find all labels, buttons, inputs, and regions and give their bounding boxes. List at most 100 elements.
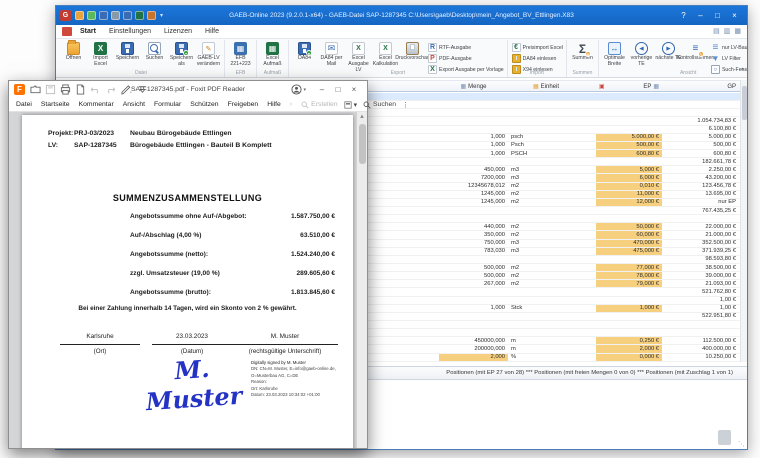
cell-menge[interactable]: 750,000 [439,240,508,247]
cell-ep[interactable] [596,297,662,304]
cell-einheit[interactable]: m2 [508,264,584,271]
menu-more-icon[interactable]: › [290,101,292,108]
print-icon[interactable] [60,84,71,95]
cell-gp[interactable]: 10.250,00 € [662,354,740,361]
cell-menge[interactable]: 783,030 [439,248,508,255]
open-icon[interactable] [75,11,84,20]
cell-einheit[interactable] [508,321,584,328]
cell-ep[interactable]: 470,000 € [596,240,662,247]
ribbon-minimize-icon[interactable]: ▥ [724,28,731,35]
cell-einheit[interactable]: m2 [508,223,584,230]
ribbon-button[interactable]: ↔Optimale Breite [601,41,628,68]
cell-einheit[interactable]: m2 [508,183,584,190]
cell-ep[interactable]: 2,000 € [596,345,662,352]
column-header-einheit[interactable]: Einheit [541,84,559,90]
menu-kommentar[interactable]: Kommentar [79,101,114,108]
cell-einheit[interactable]: m [508,337,584,344]
cell-ep[interactable]: 11,000 € [596,191,662,198]
cell-gp[interactable]: 522.951,80 € [662,313,740,320]
cell-einheit[interactable]: m3 [508,166,584,173]
cell-einheit[interactable]: m2 [508,280,584,287]
cell-gp[interactable]: 1,00 € [662,305,740,312]
cell-gp[interactable]: 43.200,00 € [662,174,740,181]
cell-einheit[interactable] [508,93,584,100]
cell-einheit[interactable]: m [508,345,584,352]
cell-gp[interactable]: 1.054.734,83 € [662,117,740,124]
cell-menge[interactable]: 440,000 [439,223,508,230]
ribbon-button[interactable]: +Speichern als [168,41,195,68]
cell-menge[interactable]: 350,000 [439,231,508,238]
cell-menge[interactable]: 7200,000 [439,174,508,181]
tab-start[interactable]: Start [80,28,96,35]
cell-einheit[interactable]: m2 [508,191,584,198]
cell-ep[interactable] [596,117,662,124]
cell-menge[interactable]: 1,000 [439,134,508,141]
pdf-vertical-scrollbar[interactable]: ▲ [356,112,367,448]
cell-ep[interactable]: 0,000 € [596,354,662,361]
cell-ep[interactable]: 5,000 € [596,166,662,173]
cell-einheit[interactable] [508,126,584,133]
cell-gp[interactable]: 123.456,78 € [662,183,740,190]
cell-ep[interactable]: 475,000 € [596,248,662,255]
menu-startseite[interactable]: Startseite [41,101,70,108]
cell-ep[interactable] [596,288,662,295]
ribbon-button[interactable]: XExcel Ausgabe LV [345,41,372,74]
cell-ep[interactable] [596,329,662,336]
ribbon-small-button[interactable]: RRTF-Ausgabe [428,43,504,52]
cell-gp[interactable] [662,109,740,116]
signature-pen-icon[interactable] [120,84,133,95]
cell-gp[interactable]: 767.435,25 € [662,207,740,214]
cell-ep[interactable]: 60,000 € [596,231,662,238]
undo-icon[interactable] [90,84,101,95]
cell-ep[interactable]: 78,000 € [596,272,662,279]
cell-einheit[interactable]: m2 [508,199,584,206]
cell-menge[interactable] [439,126,508,133]
cell-menge[interactable] [439,207,508,214]
ribbon-small-button[interactable]: PPDF-Ausgabe [428,54,504,63]
cell-einheit[interactable] [508,207,584,214]
cell-einheit[interactable] [508,117,584,124]
close-button[interactable]: × [726,11,743,20]
cell-menge[interactable] [439,101,508,108]
cell-einheit[interactable]: Stck [508,305,584,312]
cell-gp[interactable]: 39.000,00 € [662,272,740,279]
cell-gp[interactable]: 2.250,00 € [662,166,740,173]
cell-menge[interactable]: 1,000 [439,150,508,157]
cell-einheit[interactable]: m3 [508,240,584,247]
cell-gp[interactable]: 600,80 € [662,150,740,157]
cell-einheit[interactable]: m3 [508,174,584,181]
cell-ep[interactable]: 0,010 € [596,183,662,190]
minimize-button[interactable]: – [314,85,330,94]
cell-ep[interactable]: 77,000 € [596,264,662,271]
cell-einheit[interactable] [508,101,584,108]
cell-gp[interactable]: nur EP [662,199,740,206]
help-icon[interactable]: ? [675,11,692,20]
cell-ep[interactable]: 600,80 € [596,150,662,157]
ribbon-button[interactable]: Öffnen [60,41,87,62]
cell-einheit[interactable] [508,329,584,336]
panel-scrollbar-thumb[interactable] [718,430,731,445]
cell-gp[interactable]: 22.000,00 € [662,223,740,230]
cell-gp[interactable]: 21.000,00 € [662,231,740,238]
cell-menge[interactable] [439,215,508,222]
tab-lizenzen[interactable]: Lizenzen [164,28,192,35]
cell-ep[interactable] [596,158,662,165]
ribbon-small-button[interactable]: ≡nur LV-Baum anzeigen [711,43,747,52]
pdf-scrollbar-thumb[interactable] [359,124,366,164]
import-excel-icon[interactable] [87,11,96,20]
cell-ep[interactable]: 50,000 € [596,223,662,230]
more-options-icon[interactable]: ⋮ [402,101,409,109]
cell-menge[interactable]: 267,000 [439,280,508,287]
cell-gp[interactable] [662,215,740,222]
cell-menge[interactable] [439,288,508,295]
cell-gp[interactable]: 38.500,00 € [662,264,740,271]
menu-hilfe[interactable]: Hilfe [267,101,281,108]
cell-menge[interactable]: 1245,000 [439,191,508,198]
gaeb-app-icon[interactable]: G [60,10,71,21]
cell-menge[interactable] [439,158,508,165]
cell-einheit[interactable] [508,158,584,165]
cell-menge[interactable]: 200000,000 [439,345,508,352]
cell-menge[interactable]: 2,000 [439,354,508,361]
ribbon-button[interactable]: Σ▦Summen [569,41,596,62]
cell-gp[interactable] [662,321,740,328]
